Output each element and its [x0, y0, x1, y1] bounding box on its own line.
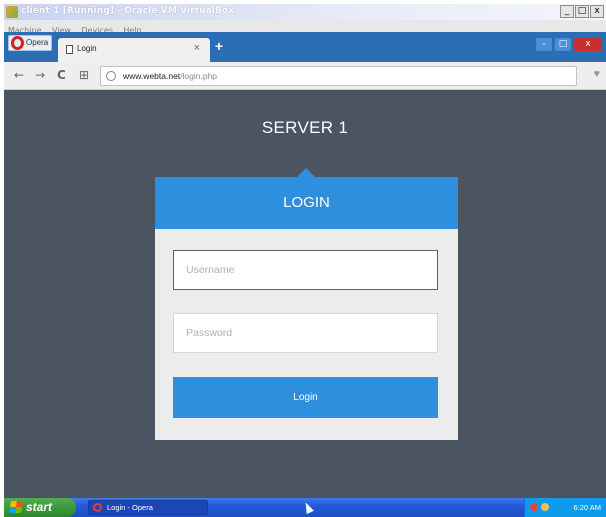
virtualbox-icon [6, 6, 18, 18]
tab-label: Login [77, 44, 97, 53]
browser-tab-bar: Opera Login × + - □ x [4, 32, 606, 62]
opera-menu-label: Opera [26, 38, 49, 47]
taskbar-item-opera[interactable]: Login - Opera [88, 500, 208, 515]
page-icon [66, 45, 73, 54]
opera-icon [93, 503, 102, 512]
reload-icon[interactable]: C [57, 68, 66, 82]
login-heading: LOGIN [155, 177, 458, 229]
system-tray: 6:20 AM [524, 498, 606, 517]
virtualbox-menu-bar: Machine View Devices Help [4, 20, 606, 35]
page-title: SERVER 1 [261, 118, 349, 137]
tray-network-icon[interactable] [541, 503, 549, 511]
browser-close-button[interactable]: x [574, 38, 602, 51]
tab-login[interactable]: Login × [58, 38, 210, 62]
address-bar[interactable]: www.webta.net/login.php [100, 66, 577, 86]
virtualbox-window: client 1 [Running] - Oracle VM VirtualBo… [4, 4, 606, 517]
start-button[interactable]: start [4, 498, 76, 517]
mouse-cursor-icon [302, 500, 314, 515]
login-button[interactable]: Login [173, 377, 438, 418]
vbox-minimize-button[interactable]: _ [560, 5, 574, 18]
clock: 6:20 AM [573, 503, 601, 512]
url-host: www.webta.net [123, 71, 181, 81]
speed-dial-icon[interactable]: ⊞ [79, 68, 89, 82]
virtualbox-title: client 1 [Running] - Oracle VM VirtualBo… [21, 6, 235, 16]
opera-logo-icon [11, 36, 24, 50]
globe-icon [106, 71, 116, 81]
url-path: /login.php [180, 71, 218, 81]
taskbar: start Login - Opera 6:20 AM [4, 498, 606, 517]
windows-flag-icon [9, 501, 23, 513]
browser-toolbar: ← → C ⊞ www.webta.net/login.php ♥ [4, 62, 606, 90]
login-form: Login [155, 229, 458, 440]
panel-pointer [297, 168, 315, 177]
virtualbox-title-bar[interactable]: client 1 [Running] - Oracle VM VirtualBo… [4, 4, 606, 20]
login-page: SERVER 1 LOGIN Login [4, 90, 606, 498]
back-arrow-icon[interactable]: ← [14, 68, 24, 82]
forward-arrow-icon[interactable]: → [35, 68, 45, 82]
virtualbox-window-controls: _ □ x [560, 5, 604, 18]
browser-window-controls: - □ x [536, 38, 602, 51]
opera-menu-button[interactable]: Opera [8, 35, 52, 51]
username-input[interactable] [173, 250, 438, 290]
url-text: www.webta.net/login.php [123, 71, 217, 81]
password-input[interactable] [173, 313, 438, 353]
browser-maximize-button[interactable]: □ [555, 38, 571, 51]
start-label: start [26, 500, 53, 514]
taskbar-item-label: Login - Opera [107, 503, 153, 512]
tray-shield-icon[interactable] [530, 503, 538, 511]
heart-icon[interactable]: ♥ [593, 68, 600, 80]
browser-minimize-button[interactable]: - [536, 38, 552, 51]
vbox-maximize-button[interactable]: □ [575, 5, 589, 18]
tab-close-icon[interactable]: × [194, 42, 200, 54]
vbox-close-button[interactable]: x [590, 5, 604, 18]
new-tab-button[interactable]: + [212, 39, 226, 53]
